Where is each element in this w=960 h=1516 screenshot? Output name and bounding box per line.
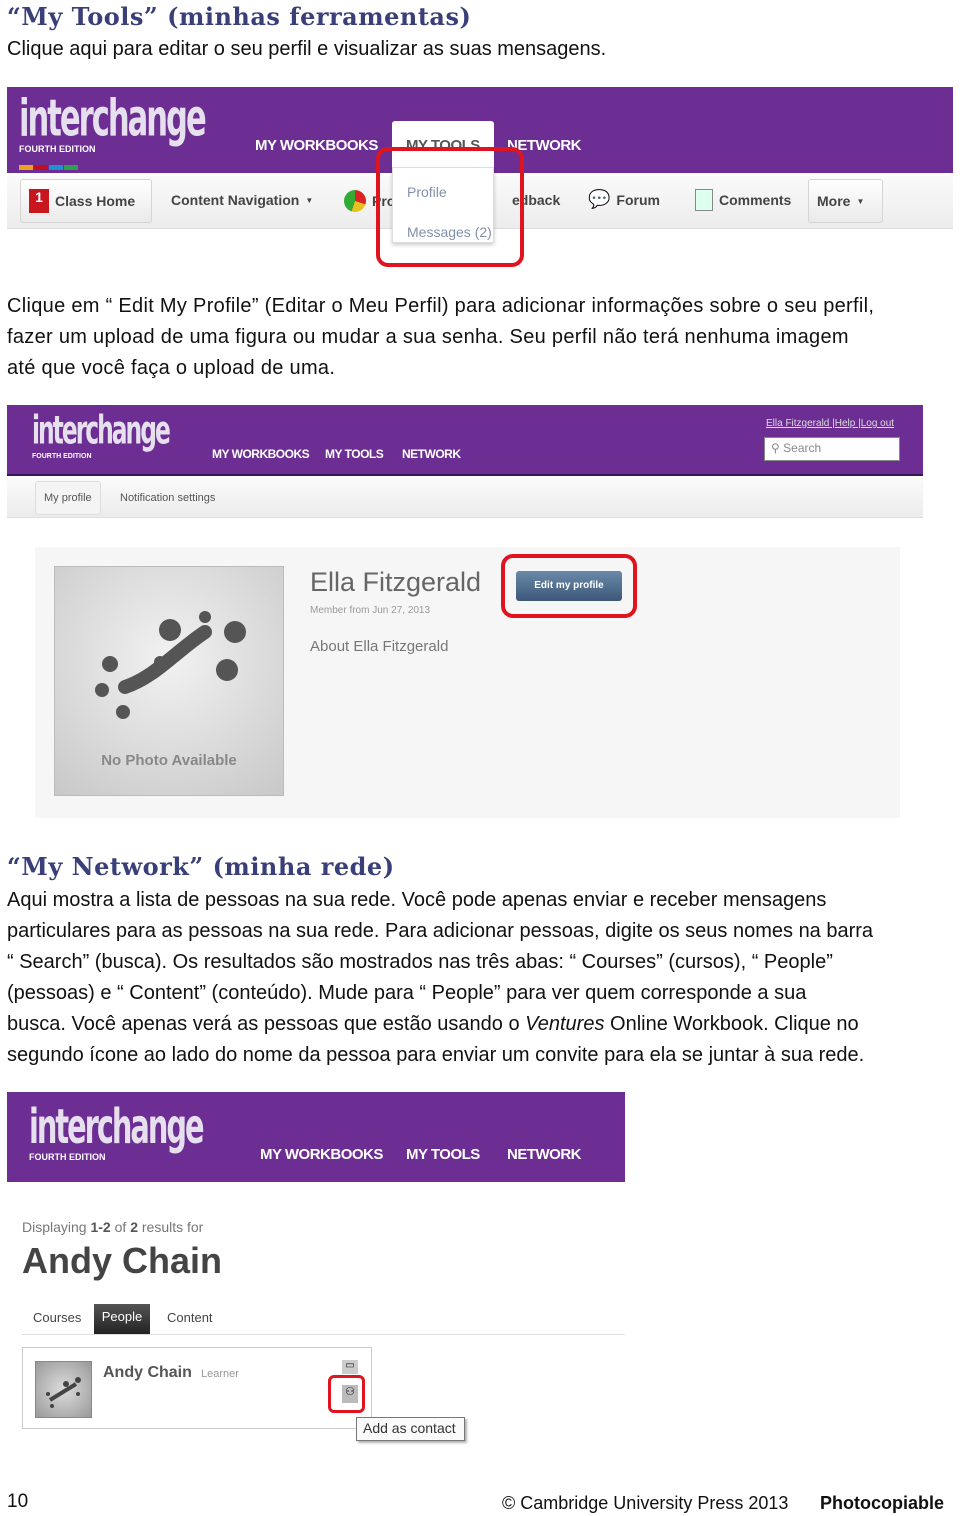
logo: interchange [29, 1098, 204, 1155]
section-heading-my-network: “My Network” (minha rede) [7, 852, 395, 881]
help-link[interactable]: Help [835, 418, 856, 429]
message-icon[interactable]: ▭ [342, 1360, 358, 1374]
highlight-box [376, 147, 524, 267]
text: Displaying [22, 1219, 91, 1235]
paragraph-line: Aqui mostra a lista de pessoas na sua re… [7, 889, 827, 911]
profile-name: Ella Fitzgerald [310, 567, 482, 597]
paragraph-line: até que você faça o upload de uma. [7, 357, 336, 379]
label: Comments [719, 192, 792, 208]
results-total: 2 [130, 1219, 138, 1235]
user-links: Ella Fitzgerald |Help |Log out [766, 418, 895, 429]
highlight-box [328, 1375, 365, 1413]
pie-chart-icon [344, 190, 366, 212]
member-since: Member from Jun 27, 2013 [310, 605, 431, 616]
person-name[interactable]: Andy Chain [103, 1364, 192, 1382]
copyright: © Cambridge University Press 2013 [502, 1493, 789, 1513]
profile-panel: No Photo Available Ella Fitzgerald Membe… [35, 547, 900, 818]
paragraph-line: (pessoas) e “ Content” (conteúdo). Mude … [7, 982, 807, 1004]
search-query-title: Andy Chain [22, 1240, 223, 1281]
nav-my-workbooks[interactable]: MY WORKBOOKS [255, 137, 378, 154]
profile-subnav: My profile Notification settings [7, 478, 923, 518]
paragraph-line: “ Search” (busca). Os resultados são mos… [7, 951, 833, 973]
forum-button[interactable]: 💬 Forum [588, 189, 660, 210]
paragraph-line: particulares para as pessoas na sua rede… [7, 920, 874, 942]
label: Content Navigation [171, 192, 300, 208]
header-bar: interchange FOURTH EDITION MY WORKBOOKS … [7, 1092, 625, 1182]
tab-people[interactable]: People [94, 1304, 150, 1334]
comments-button[interactable]: Comments [695, 189, 791, 211]
caret-down-icon: ▼ [856, 196, 865, 206]
nav-my-workbooks[interactable]: MY WORKBOOKS [260, 1146, 383, 1163]
search-icon: ⚲ [771, 441, 780, 455]
text: of [110, 1219, 131, 1235]
network-icon [46, 1377, 81, 1408]
nav-my-workbooks[interactable]: MY WORKBOOKS [212, 447, 310, 461]
photocopiable-label: Photocopiable [820, 1493, 945, 1513]
logo: interchange [32, 409, 171, 454]
results-tabs: Courses People Content [22, 1304, 625, 1335]
text: results for [137, 1219, 204, 1235]
tab-notification-settings[interactable]: Notification settings [120, 492, 215, 504]
nav-my-tools[interactable]: MY TOOLS [325, 447, 384, 461]
tab-my-profile[interactable]: My profile [35, 481, 101, 515]
screenshot-my-tools-menu: interchange FOURTH EDITION MY WORKBOOKS … [7, 87, 953, 267]
no-photo-label: No Photo Available [101, 752, 237, 769]
search-input[interactable]: ⚲ Search [764, 437, 900, 461]
header-bar: interchange FOURTH EDITION MY WORKBOOKS … [7, 405, 923, 476]
paragraph-line: Clique em “ Edit My Profile” (Editar o M… [7, 295, 875, 317]
logo: interchange [19, 89, 207, 149]
tab-content[interactable]: Content [167, 1310, 213, 1325]
logout-link[interactable]: Log out [861, 418, 894, 429]
screenshot-profile-header: interchange FOURTH EDITION MY WORKBOOKS … [7, 405, 923, 518]
label: Forum [616, 191, 660, 208]
section-heading-my-tools: “My Tools” (minhas ferramentas) [7, 2, 472, 31]
paragraph-line: busca. Você apenas verá as pessoas que e… [7, 1009, 957, 1040]
edition-label: FOURTH EDITION [29, 1152, 106, 1162]
label: More [817, 193, 851, 209]
section-text: Clique aqui para editar o seu perfil e v… [7, 38, 607, 60]
ventures-italic: Ventures [525, 1013, 605, 1035]
paragraph-line: segundo ícone ao lado do nome da pessoa … [7, 1044, 865, 1066]
highlight-box [501, 554, 637, 618]
nav-network[interactable]: NETWORK [507, 1146, 582, 1163]
person-role: Learner [201, 1368, 239, 1380]
class-home-button[interactable]: 1 Class Home [20, 179, 152, 223]
paragraph-line: fazer um upload de uma figura ou mudar a… [7, 326, 849, 348]
caret-down-icon: ▼ [305, 195, 314, 205]
class-home-icon: 1 [29, 189, 49, 213]
logo-color-bars [19, 157, 79, 175]
add-contact-tooltip: Add as contact [356, 1417, 465, 1441]
about-heading: About Ella Fitzgerald [310, 638, 449, 655]
text: Online Workbook. Clique no [604, 1013, 859, 1035]
network-icon [95, 611, 246, 719]
more-menu[interactable]: More ▼ [808, 179, 883, 223]
content-navigation-menu[interactable]: Content Navigation ▼ [171, 192, 313, 208]
edition-label: FOURTH EDITION [32, 453, 92, 460]
label: Class Home [55, 193, 136, 209]
search-placeholder: Search [783, 441, 822, 455]
results-range: 1-2 [90, 1219, 111, 1235]
edition-label: FOURTH EDITION [19, 144, 96, 154]
results-summary: Displaying 1-2 of 2 results for [22, 1219, 203, 1235]
nav-network[interactable]: NETWORK [402, 447, 461, 461]
user-name-link[interactable]: Ella Fitzgerald [766, 418, 829, 429]
nav-my-tools[interactable]: MY TOOLS [406, 1146, 480, 1163]
text: busca. Você apenas verá as pessoas que e… [7, 1013, 526, 1035]
tab-courses[interactable]: Courses [33, 1310, 81, 1325]
person-result-card: Andy Chain Learner ▭ ⚇ [22, 1347, 372, 1429]
page-number: 10 [7, 1491, 29, 1512]
forum-icon: 💬 [588, 189, 611, 209]
comments-icon [695, 189, 713, 211]
person-avatar [35, 1361, 92, 1418]
profile-photo-placeholder: No Photo Available [54, 566, 284, 796]
